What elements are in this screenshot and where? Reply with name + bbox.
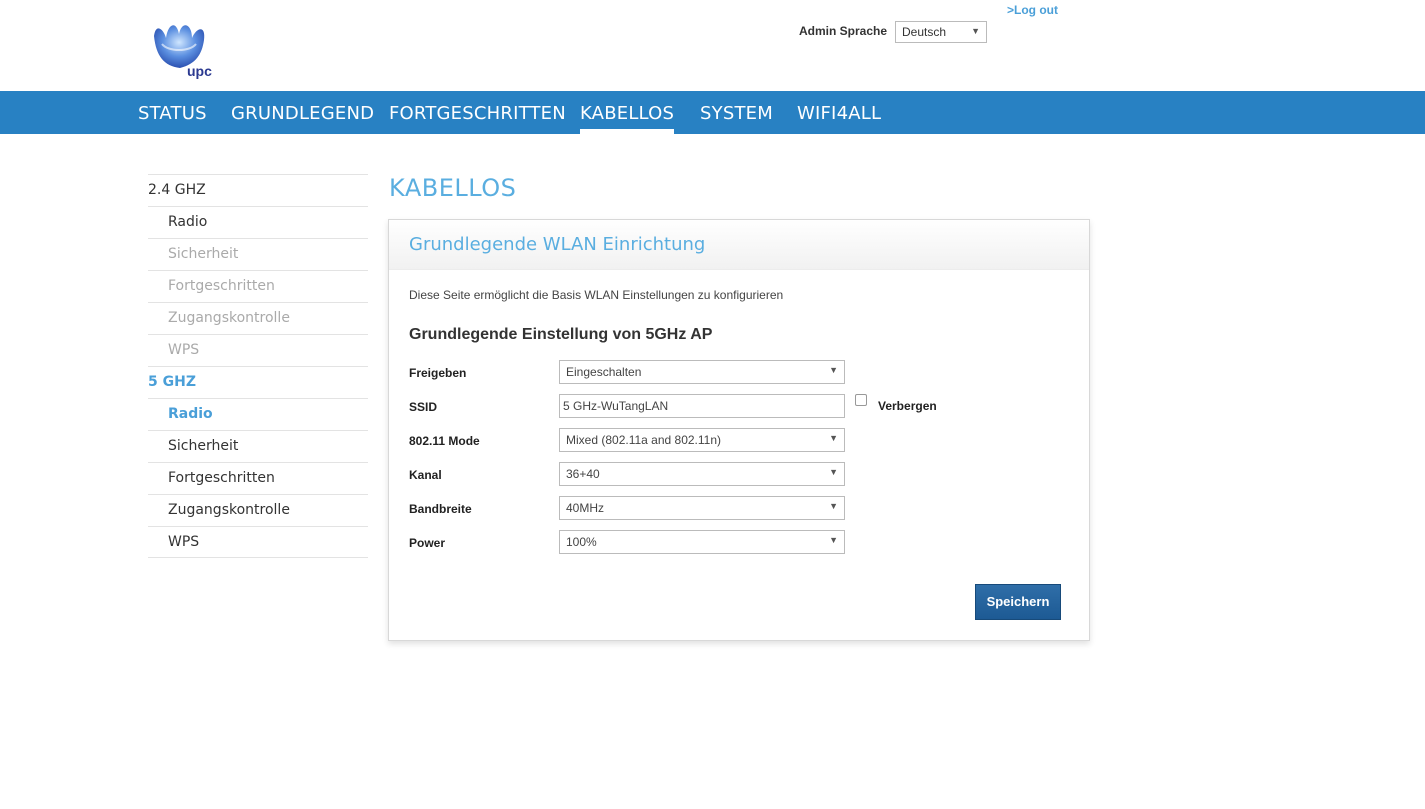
- sidebar-item-radio-5[interactable]: Radio: [148, 398, 368, 430]
- hide-ssid-label: Verbergen: [878, 399, 937, 413]
- sidebar-item-zugangskontrolle-24[interactable]: Zugangskontrolle: [148, 302, 368, 334]
- nav-system[interactable]: SYSTEM: [700, 91, 773, 134]
- chevron-down-icon: ▼: [829, 467, 838, 477]
- page-title: KABELLOS: [389, 174, 517, 202]
- power-select[interactable]: 100% ▼: [559, 530, 845, 554]
- sidebar-item-fortgeschritten-24[interactable]: Fortgeschritten: [148, 270, 368, 302]
- freigeben-label: Freigeben: [409, 366, 467, 380]
- sidebar-item-sicherheit-5[interactable]: Sicherheit: [148, 430, 368, 462]
- wlan-settings-panel: Grundlegende WLAN Einrichtung Diese Seit…: [388, 219, 1090, 641]
- mode-label: 802.11 Mode: [409, 434, 480, 448]
- ssid-input[interactable]: [559, 394, 845, 418]
- panel-title: Grundlegende WLAN Einrichtung: [409, 234, 706, 255]
- admin-language-value: Deutsch: [902, 25, 947, 39]
- kanal-value: 36+40: [566, 467, 600, 481]
- sidebar: 2.4 GHZ Radio Sicherheit Fortgeschritten…: [148, 174, 368, 558]
- chevron-down-icon: ▼: [829, 535, 838, 545]
- logo-text: upc: [187, 63, 212, 79]
- sidebar-item-wps-24[interactable]: WPS: [148, 334, 368, 366]
- header: upc Admin Sprache Deutsch ▼ >Log out: [0, 0, 1425, 91]
- save-button[interactable]: Speichern: [975, 584, 1061, 620]
- chevron-down-icon: ▼: [829, 501, 838, 511]
- logout-link[interactable]: >Log out: [1007, 3, 1058, 17]
- mode-select[interactable]: Mixed (802.11a and 802.11n) ▼: [559, 428, 845, 452]
- main-nav: STATUS GRUNDLEGEND FORTGESCHRITTEN KABEL…: [0, 91, 1425, 134]
- power-value: 100%: [566, 535, 597, 549]
- freigeben-value: Eingeschalten: [566, 365, 642, 379]
- sidebar-item-zugangskontrolle-5[interactable]: Zugangskontrolle: [148, 494, 368, 526]
- bandbreite-label: Bandbreite: [409, 502, 472, 516]
- chevron-down-icon: ▼: [829, 433, 838, 443]
- mode-value: Mixed (802.11a and 802.11n): [566, 433, 721, 447]
- sidebar-item-sicherheit-24[interactable]: Sicherheit: [148, 238, 368, 270]
- nav-grundlegend[interactable]: GRUNDLEGEND: [231, 91, 374, 134]
- sidebar-item-fortgeschritten-5[interactable]: Fortgeschritten: [148, 462, 368, 494]
- admin-language-select[interactable]: Deutsch ▼: [895, 21, 987, 43]
- sidebar-item-wps-5[interactable]: WPS: [148, 526, 368, 558]
- bandbreite-value: 40MHz: [566, 501, 605, 515]
- nav-fortgeschritten[interactable]: FORTGESCHRITTEN: [389, 91, 566, 134]
- freigeben-select[interactable]: Eingeschalten ▼: [559, 360, 845, 384]
- kanal-label: Kanal: [409, 468, 442, 482]
- bandbreite-select[interactable]: 40MHz ▼: [559, 496, 845, 520]
- panel-description: Diese Seite ermöglicht die Basis WLAN Ei…: [409, 288, 784, 302]
- section-title: Grundlegende Einstellung von 5GHz AP: [409, 326, 713, 343]
- sidebar-group-5ghz[interactable]: 5 GHZ: [148, 366, 368, 398]
- sidebar-item-radio-24[interactable]: Radio: [148, 206, 368, 238]
- chevron-down-icon: ▼: [829, 365, 838, 375]
- nav-kabellos[interactable]: KABELLOS: [580, 91, 675, 134]
- chevron-down-icon: ▼: [971, 26, 980, 36]
- nav-status[interactable]: STATUS: [138, 91, 207, 134]
- kanal-select[interactable]: 36+40 ▼: [559, 462, 845, 486]
- nav-wifi4all[interactable]: WIFI4ALL: [797, 91, 881, 134]
- hide-ssid-checkbox[interactable]: [855, 394, 867, 406]
- admin-language-label: Admin Sprache: [799, 24, 888, 38]
- power-label: Power: [409, 536, 446, 550]
- ssid-label: SSID: [409, 400, 438, 414]
- sidebar-group-24ghz[interactable]: 2.4 GHZ: [148, 174, 368, 206]
